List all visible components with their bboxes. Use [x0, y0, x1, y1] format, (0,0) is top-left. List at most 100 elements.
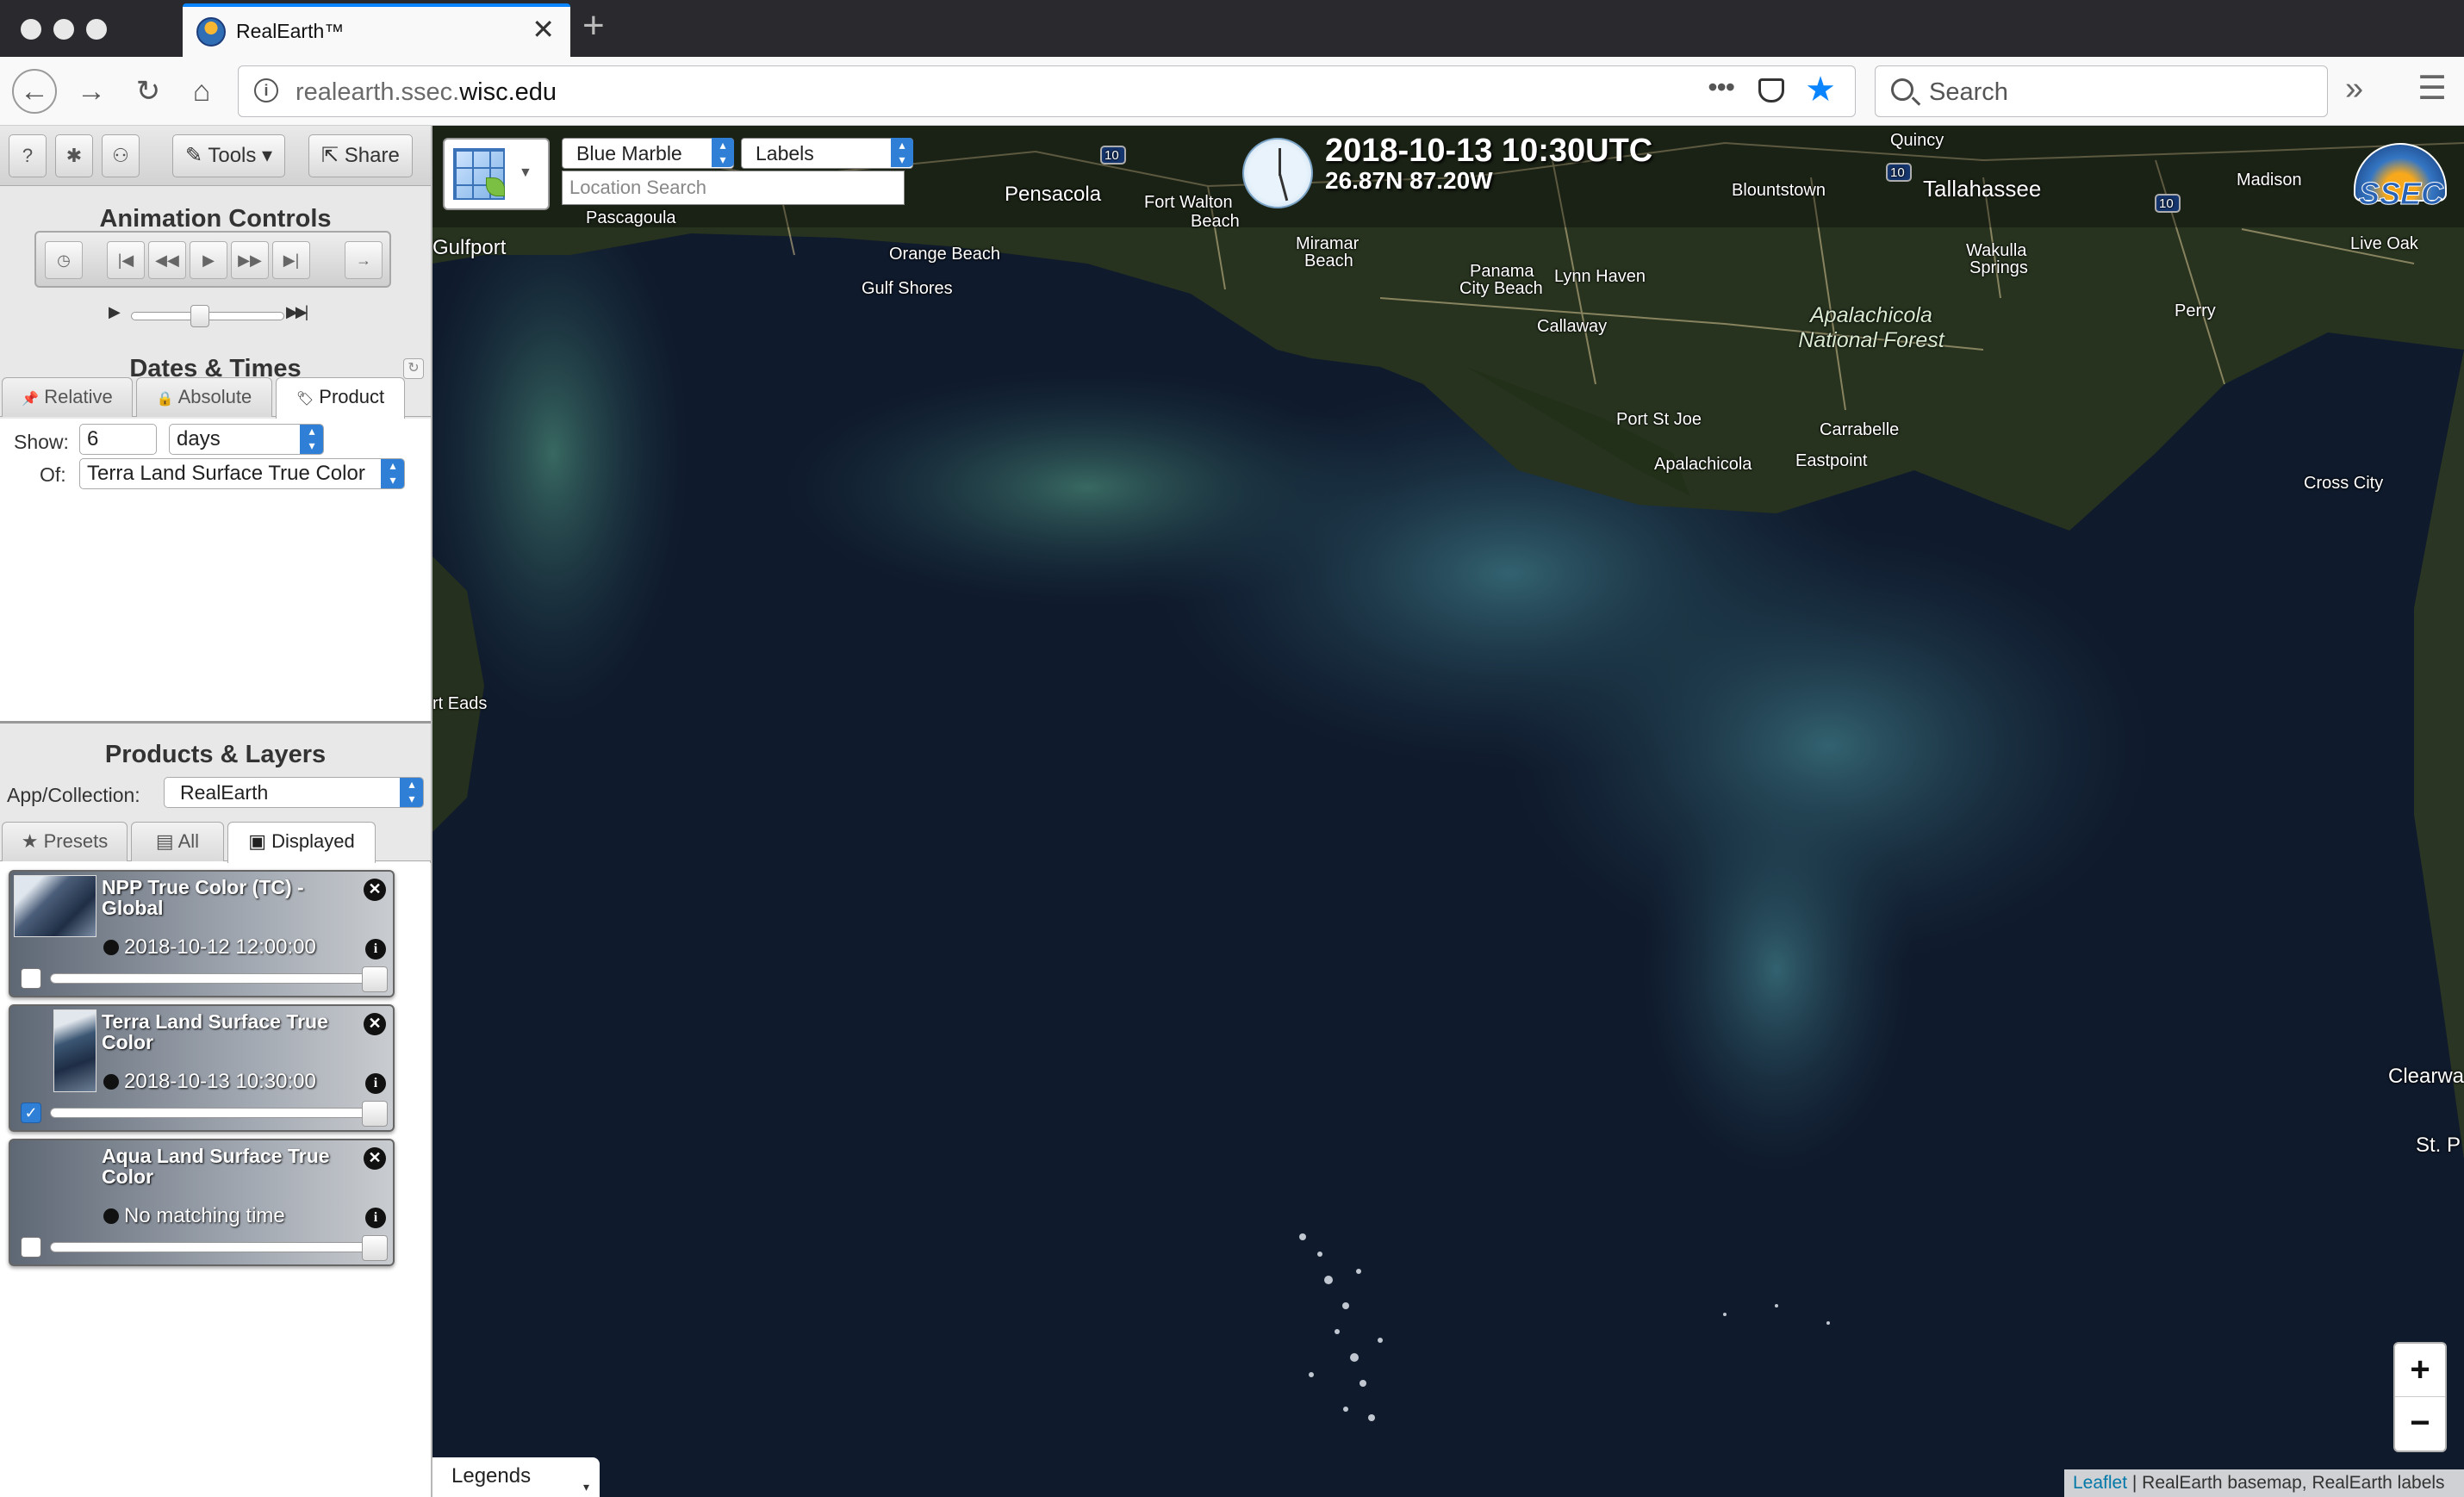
layer-visibility-checkbox[interactable]: ✓ [21, 1103, 41, 1123]
layer-visibility-checkbox[interactable] [21, 968, 41, 989]
layer-opacity-slider[interactable] [50, 1242, 372, 1252]
place-label: City Beach [1459, 279, 1543, 298]
tab-close-icon[interactable]: ✕ [532, 16, 555, 43]
user-icon[interactable]: ⚇ [102, 134, 140, 177]
window-close-dot[interactable] [21, 19, 41, 40]
back-button[interactable]: ← [12, 69, 57, 114]
tab-absolute[interactable]: 🔒 Absolute [136, 377, 272, 417]
layer-opacity-slider[interactable] [50, 1108, 372, 1118]
overflow-menu-icon[interactable]: » [2345, 71, 2363, 108]
goto-latest-button[interactable]: → [345, 241, 383, 279]
window-zoom-dot[interactable] [86, 19, 107, 40]
url-text[interactable]: realearth.ssec.wisc.edu [296, 78, 557, 107]
tab-all[interactable]: ▤ All [131, 822, 224, 861]
layer-card[interactable]: Terra Land Surface True Color ✕ 2018-10-… [9, 1004, 395, 1132]
pocket-icon[interactable] [1758, 78, 1784, 102]
ssec-logo[interactable]: SSEC [2349, 138, 2452, 215]
new-tab-button[interactable]: + [582, 7, 605, 45]
basemap-select[interactable]: Blue Marble ▴ ▾ [562, 138, 734, 169]
layer-title: Aqua Land Surface True Color [102, 1145, 330, 1188]
layer-opacity-knob[interactable] [362, 1235, 388, 1261]
reload-button[interactable]: ↻ [128, 71, 169, 112]
clock-icon[interactable]: ◷ [45, 241, 83, 279]
browser-navbar: ← → ↻ ⌂ i realearth.ssec.wisc.edu ••• ★ … [0, 57, 2464, 126]
page-actions-icon[interactable]: ••• [1708, 71, 1735, 103]
place-label: Beach [1304, 252, 1353, 270]
place-label: rt Eads [432, 694, 488, 713]
place-label: Port St Joe [1616, 410, 1702, 429]
layer-card[interactable]: Aqua Land Surface True Color ✕ No matchi… [9, 1139, 395, 1266]
remove-layer-icon[interactable]: ✕ [364, 879, 386, 901]
place-label: Pascagoula [586, 208, 676, 227]
browser-tab[interactable]: RealEarth™ ✕ [183, 3, 570, 57]
url-bar[interactable]: i realearth.ssec.wisc.edu ••• ★ [238, 65, 1856, 117]
remove-layer-icon[interactable]: ✕ [364, 1013, 386, 1035]
legends-button[interactable]: Legends ▾ [432, 1457, 600, 1497]
map-view[interactable]: 10 10 10 Gulfport Pascagoula Pensacola F… [432, 126, 2464, 1497]
place-label: Lynn Haven [1554, 267, 1646, 286]
place-label: Clearwa [2388, 1065, 2464, 1088]
layer-info-icon[interactable]: i [365, 939, 386, 960]
fast-icon: ▶▶| [286, 303, 308, 320]
basemap-switcher-button[interactable]: ▼ [443, 138, 550, 210]
place-label: Fort Walton [1144, 193, 1233, 212]
show-unit-select[interactable]: days ▴ ▾ [169, 424, 324, 455]
interstate-label: 10 [1104, 148, 1119, 163]
settings-gear-icon[interactable]: ✱ [55, 134, 93, 177]
tab-relative[interactable]: 📌 Relative [2, 377, 133, 417]
home-button[interactable]: ⌂ [181, 71, 222, 112]
remove-layer-icon[interactable]: ✕ [364, 1147, 386, 1170]
play-button[interactable]: ▶ [190, 241, 227, 279]
layer-opacity-slider[interactable] [50, 973, 372, 984]
place-label: Apalachicola [1654, 455, 1752, 474]
layer-visibility-checkbox[interactable] [21, 1237, 41, 1258]
zoom-out-button[interactable]: − [2395, 1397, 2445, 1450]
tools-button[interactable]: ✎ Tools ▾ [172, 134, 286, 177]
layer-time: 2018-10-12 12:00:00 [103, 935, 316, 960]
tab-product[interactable]: 🏷 Product [276, 377, 405, 419]
leaflet-link[interactable]: Leaflet [2073, 1473, 2127, 1493]
search-icon [1891, 78, 1913, 101]
place-label: Madison [2237, 171, 2302, 189]
hamburger-menu-icon[interactable]: ☰ [2417, 69, 2447, 108]
place-label: Gulf Shores [862, 279, 953, 298]
park-label: Apalachicola National Forest [1798, 303, 1944, 352]
product-select[interactable]: Terra Land Surface True Color ▴ ▾ [79, 458, 405, 489]
place-label: Orange Beach [889, 245, 1000, 264]
app-collection-select[interactable]: RealEarth ▴ ▾ [164, 777, 424, 808]
forward-button[interactable]: → [71, 71, 112, 112]
site-info-icon[interactable]: i [254, 78, 278, 102]
chevron-down-icon: ▼ [519, 165, 532, 180]
show-count-input[interactable]: 6 [79, 424, 157, 455]
step-forward-button[interactable]: ▶▶ [231, 241, 269, 279]
layer-list: NPP True Color (TC) - Global ✕ 2018-10-1… [0, 863, 431, 1497]
place-label: Gulfport [432, 236, 507, 259]
place-label: Eastpoint [1795, 451, 1868, 470]
last-frame-button[interactable]: ▶| [272, 241, 310, 279]
speed-slider-knob[interactable] [190, 305, 210, 327]
coordinates-display: 26.87N 87.20W [1325, 167, 1493, 194]
window-minimize-dot[interactable] [53, 19, 74, 40]
bookmark-star-icon[interactable]: ★ [1805, 70, 1836, 109]
interstate-label: 10 [1890, 165, 1905, 180]
products-section: Products & Layers App/Collection: RealEa… [0, 724, 431, 863]
search-bar[interactable]: Search [1875, 65, 2328, 117]
share-button[interactable]: ⇱ Share [308, 134, 413, 177]
layer-thumbnail [53, 1009, 96, 1092]
layer-opacity-knob[interactable] [362, 966, 388, 992]
zoom-in-button[interactable]: + [2395, 1344, 2445, 1397]
clock-icon [103, 1074, 119, 1090]
step-back-button[interactable]: ◀◀ [148, 241, 186, 279]
tab-presets[interactable]: ★ Presets [2, 822, 128, 861]
labels-select[interactable]: Labels ▴ ▾ [741, 138, 913, 169]
layer-opacity-knob[interactable] [362, 1101, 388, 1127]
location-search-input[interactable]: Location Search [562, 171, 905, 205]
help-button[interactable]: ? [9, 134, 47, 177]
animation-speed-control[interactable]: ▶ ▶▶| [109, 301, 320, 327]
clock-icon [103, 1208, 119, 1224]
first-frame-button[interactable]: |◀ [107, 241, 145, 279]
tab-displayed[interactable]: ▣ Displayed [227, 822, 376, 863]
layer-card[interactable]: NPP True Color (TC) - Global ✕ 2018-10-1… [9, 870, 395, 997]
layer-info-icon[interactable]: i [365, 1073, 386, 1094]
layer-info-icon[interactable]: i [365, 1208, 386, 1228]
